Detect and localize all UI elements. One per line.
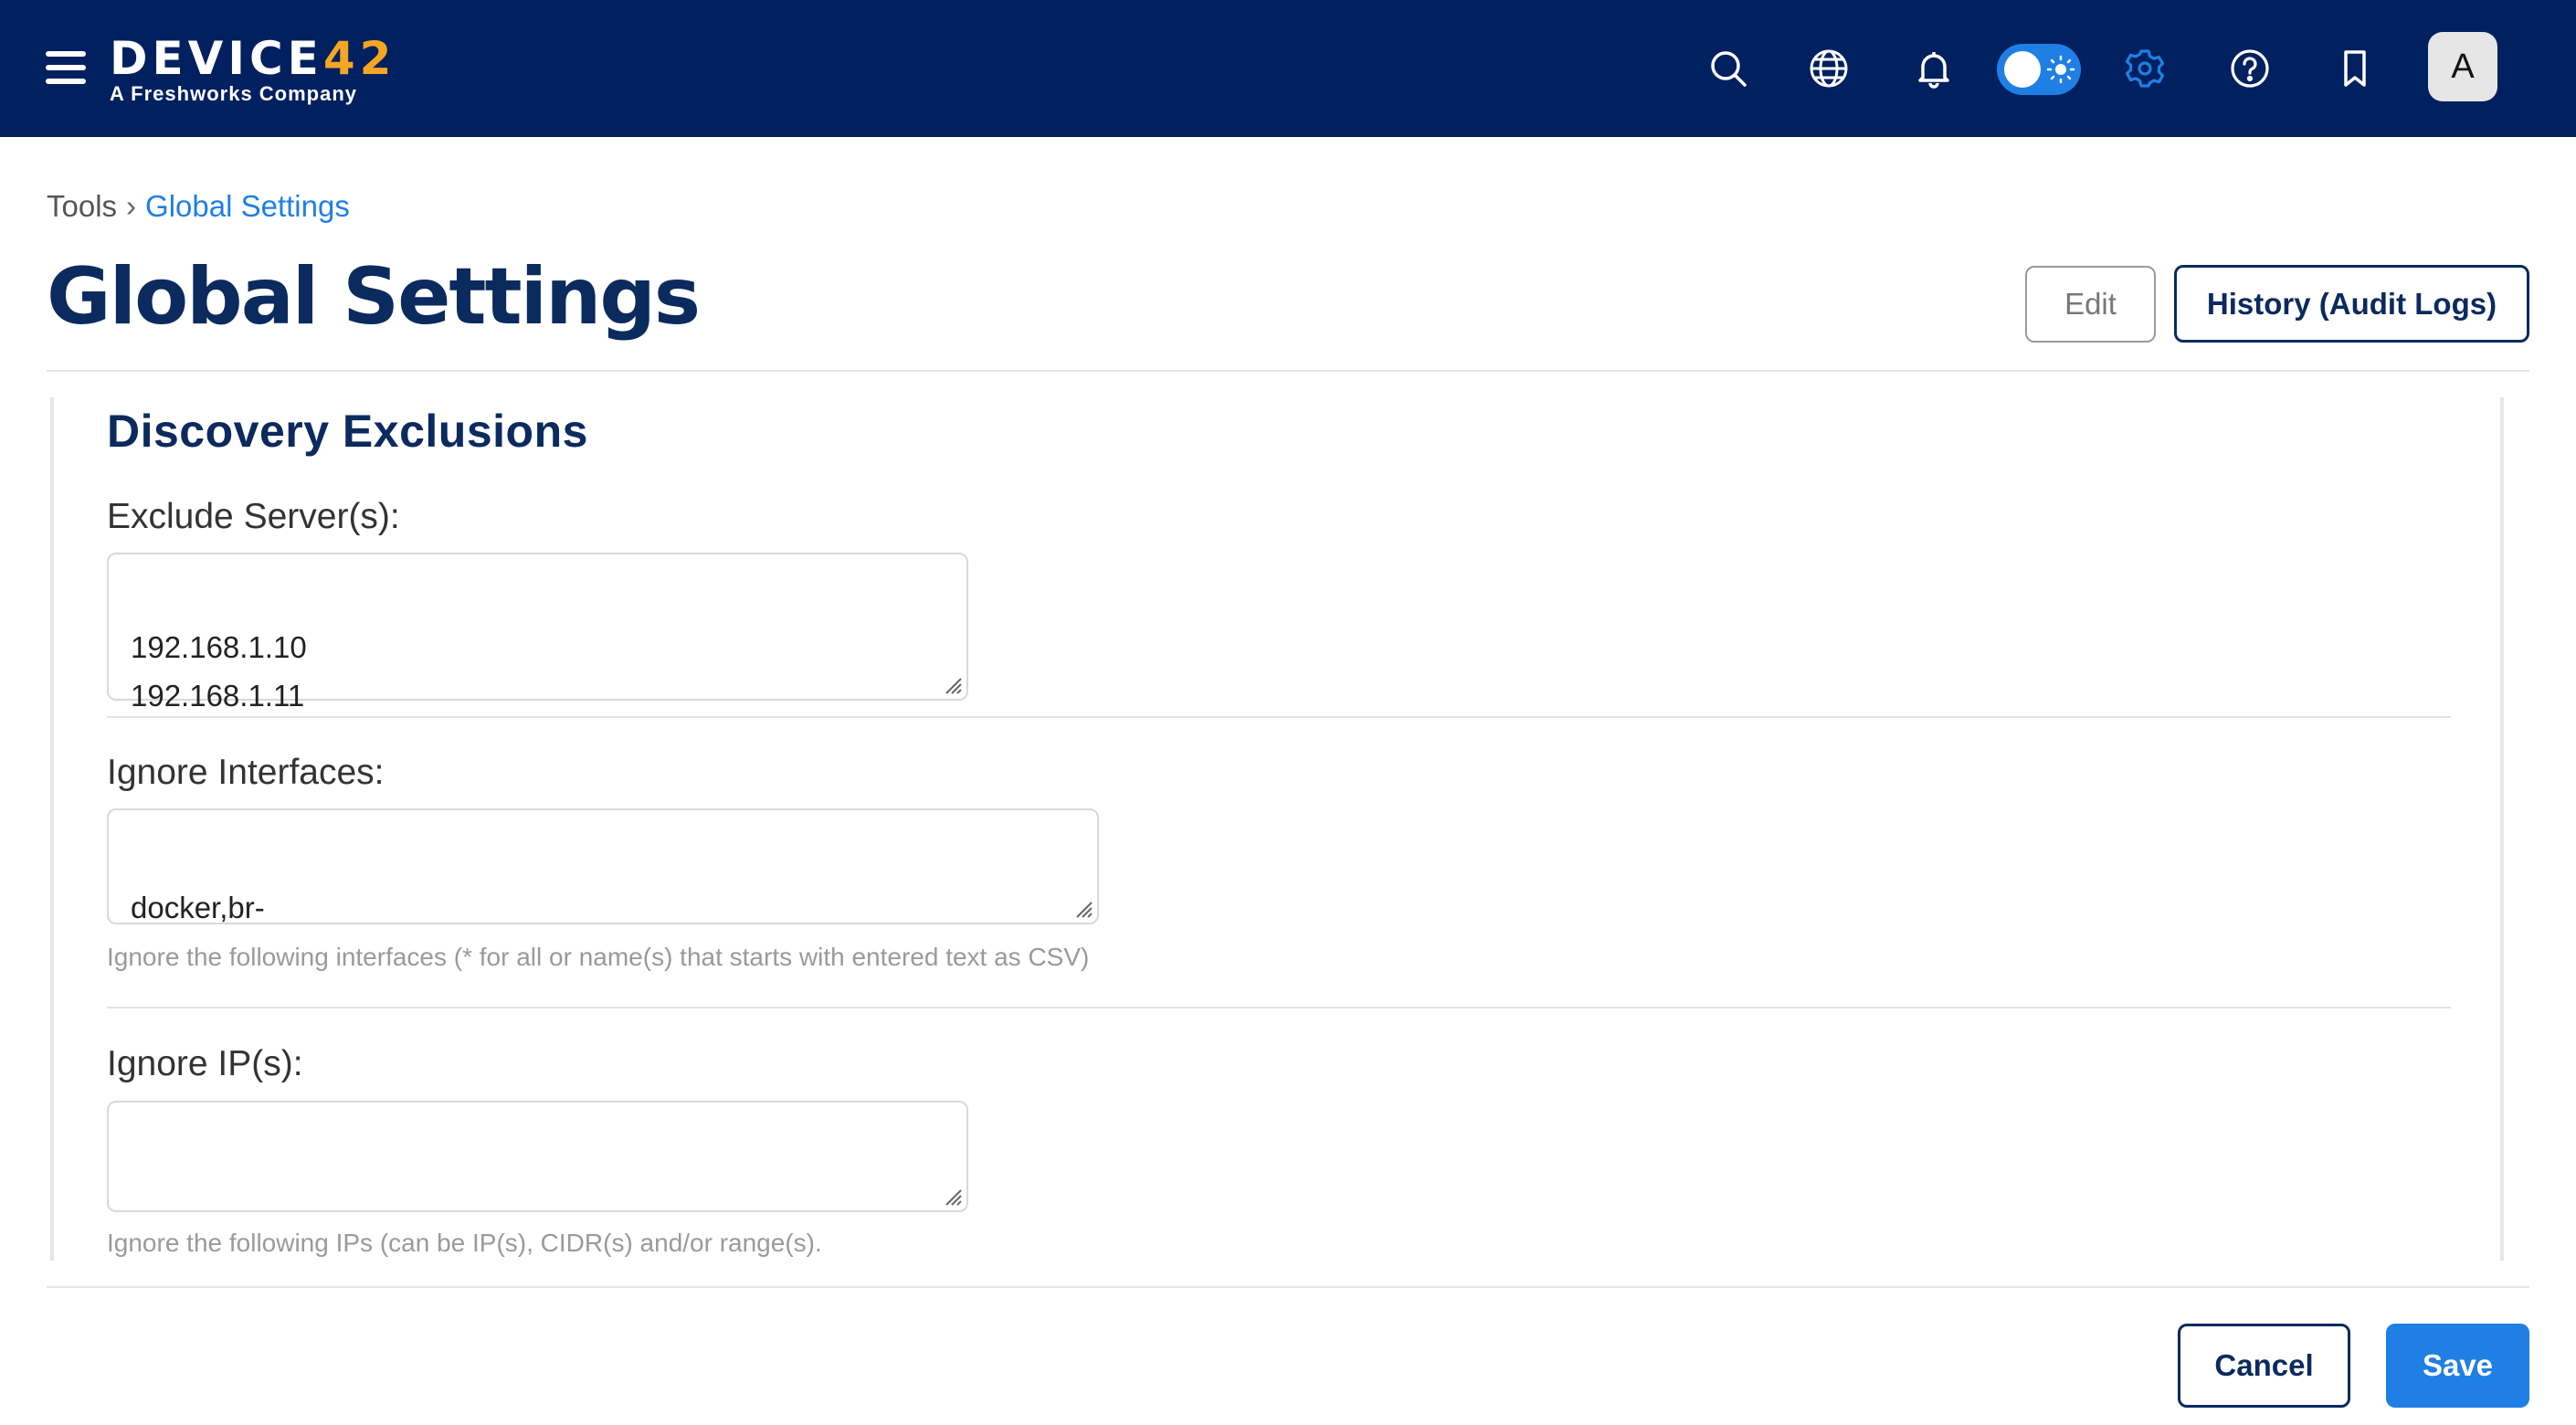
sun-icon bbox=[2046, 55, 2075, 84]
breadcrumb: Tools › Global Settings bbox=[47, 189, 350, 224]
history-audit-logs-button[interactable]: History (Audit Logs) bbox=[2174, 265, 2529, 343]
gear-icon[interactable] bbox=[2117, 41, 2172, 96]
field-divider bbox=[107, 1007, 2451, 1008]
ignore-ips-help: Ignore the following IPs (can be IP(s), … bbox=[107, 1229, 822, 1257]
ignore-interfaces-value: docker,br- bbox=[131, 891, 265, 924]
help-icon[interactable] bbox=[2222, 41, 2277, 96]
save-button[interactable]: Save bbox=[2386, 1324, 2529, 1408]
resize-handle-icon[interactable] bbox=[1073, 899, 1093, 919]
exclude-servers-value: 192.168.1.10 192.168.1.11 bbox=[131, 630, 307, 712]
user-avatar[interactable]: A bbox=[2428, 32, 2497, 101]
logo-subtitle: A Freshworks Company bbox=[110, 82, 358, 105]
device42-logo[interactable]: DEVICE42 A Freshworks Company bbox=[110, 33, 396, 106]
resize-handle-icon[interactable] bbox=[943, 675, 963, 695]
breadcrumb-separator: › bbox=[126, 189, 137, 223]
menu-icon[interactable] bbox=[46, 51, 86, 84]
logo-accent: 42 bbox=[322, 32, 396, 85]
field-divider bbox=[107, 716, 2451, 718]
breadcrumb-tools[interactable]: Tools bbox=[47, 189, 117, 223]
globe-icon[interactable] bbox=[1801, 41, 1856, 96]
ignore-interfaces-help: Ignore the following interfaces (* for a… bbox=[107, 943, 1090, 971]
header-divider bbox=[47, 370, 2529, 372]
bell-icon[interactable] bbox=[1906, 41, 1961, 96]
breadcrumb-current[interactable]: Global Settings bbox=[145, 189, 350, 223]
logo-text: DEVICE bbox=[110, 32, 323, 85]
search-icon[interactable] bbox=[1701, 41, 1756, 96]
exclude-servers-label: Exclude Server(s): bbox=[107, 497, 400, 536]
ignore-ips-textarea[interactable] bbox=[107, 1101, 968, 1212]
resize-handle-icon[interactable] bbox=[943, 1187, 963, 1207]
page-title: Global Settings bbox=[47, 251, 701, 343]
panel-left-border bbox=[50, 397, 54, 1261]
ignore-interfaces-textarea[interactable]: docker,br- bbox=[107, 808, 1099, 924]
exclude-servers-textarea[interactable]: 192.168.1.10 192.168.1.11 bbox=[107, 553, 968, 712]
toggle-knob bbox=[2004, 51, 2041, 88]
ignore-ips-label: Ignore IP(s): bbox=[107, 1044, 303, 1083]
panel-scrollbar-track[interactable] bbox=[2500, 397, 2504, 1261]
section-title: Discovery Exclusions bbox=[107, 406, 588, 457]
edit-button[interactable]: Edit bbox=[2025, 266, 2156, 343]
footer-divider bbox=[47, 1286, 2529, 1288]
ignore-interfaces-label: Ignore Interfaces: bbox=[107, 753, 385, 792]
bookmark-icon[interactable] bbox=[2328, 41, 2382, 96]
theme-toggle[interactable] bbox=[1997, 44, 2081, 95]
cancel-button[interactable]: Cancel bbox=[2178, 1324, 2350, 1408]
top-navbar: DEVICE42 A Freshworks Company A bbox=[0, 0, 2576, 137]
